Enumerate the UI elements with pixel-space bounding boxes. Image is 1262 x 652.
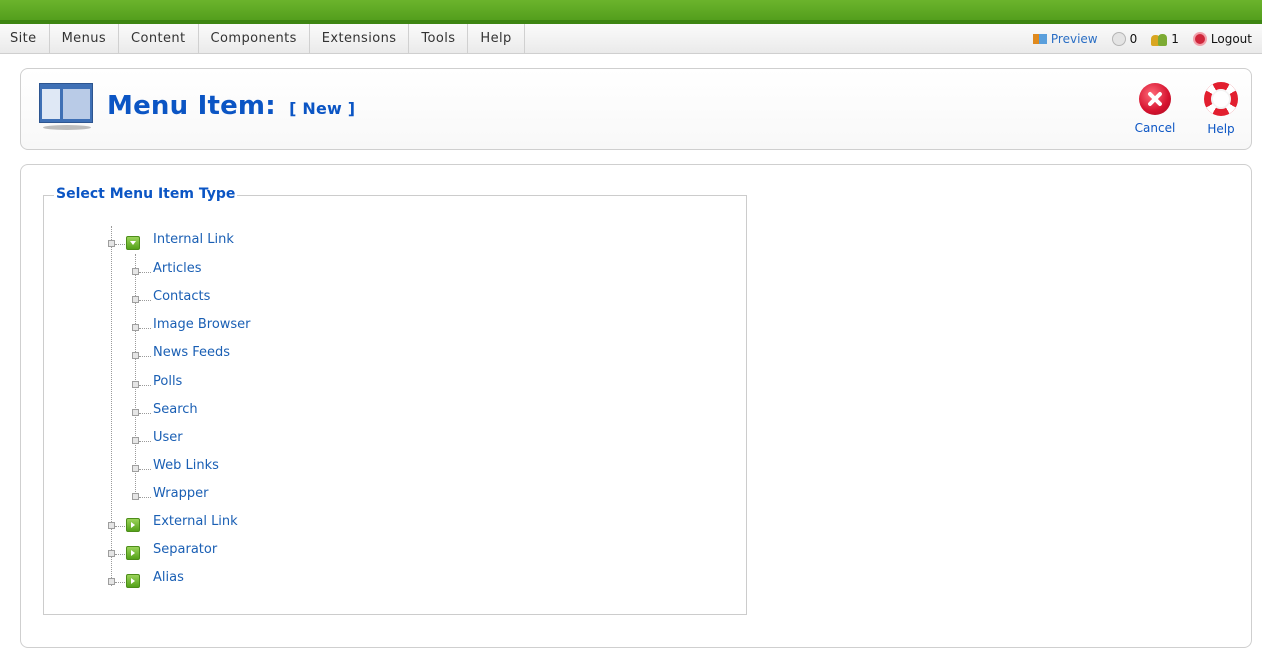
users-status[interactable]: 1: [1151, 32, 1179, 46]
menu-components[interactable]: Components: [199, 24, 310, 53]
menu-help[interactable]: Help: [468, 24, 525, 53]
preview-icon: [1032, 33, 1047, 45]
toolbar-panel: Menu Item: [ New ] Cancel Help: [20, 68, 1252, 150]
page-title: Menu Item: [ New ]: [107, 91, 355, 121]
menu-tools[interactable]: Tools: [409, 24, 469, 53]
tree-item-alias[interactable]: Alias: [153, 570, 184, 585]
menu-content[interactable]: Content: [119, 24, 199, 53]
messages-count: 0: [1129, 32, 1138, 46]
help-label: Help: [1207, 122, 1235, 136]
page-subtitle: [ New ]: [289, 99, 356, 118]
status-area: Preview 0 1 Logout: [1032, 24, 1252, 54]
tree-item-internal-link[interactable]: Internal Link: [153, 232, 234, 247]
tree-item-image-browser[interactable]: Image Browser: [153, 317, 251, 332]
cancel-label: Cancel: [1134, 121, 1176, 135]
messages-status[interactable]: 0: [1111, 32, 1138, 46]
tree-item-contacts[interactable]: Contacts: [153, 289, 210, 304]
users-icon: [1151, 33, 1168, 46]
tree-item-user[interactable]: User: [153, 430, 183, 445]
external-link-toggle-icon[interactable]: [126, 518, 140, 532]
menu-type-fieldset: Select Menu Item Type Internal Link Arti…: [43, 186, 747, 615]
menu-site[interactable]: Site: [0, 24, 50, 53]
tree-item-separator[interactable]: Separator: [153, 542, 217, 557]
tree-item-wrapper[interactable]: Wrapper: [153, 486, 208, 501]
separator-toggle-icon[interactable]: [126, 546, 140, 560]
menu-extensions[interactable]: Extensions: [310, 24, 410, 53]
internal-link-toggle-icon[interactable]: [126, 236, 140, 250]
users-count: 1: [1171, 32, 1179, 46]
tree-item-search[interactable]: Search: [153, 402, 198, 417]
main-panel: Select Menu Item Type Internal Link Arti…: [20, 164, 1252, 648]
cancel-button[interactable]: Cancel: [1127, 79, 1183, 143]
preview-label: Preview: [1050, 32, 1098, 46]
menu-item-icon: [39, 83, 93, 131]
alias-toggle-icon[interactable]: [126, 574, 140, 588]
menu-menus[interactable]: Menus: [50, 24, 120, 53]
preview-link[interactable]: Preview: [1032, 32, 1098, 46]
cancel-icon: [1139, 83, 1171, 115]
tree-item-news-feeds[interactable]: News Feeds: [153, 345, 230, 360]
tree-item-web-links[interactable]: Web Links: [153, 458, 219, 473]
page-title-text: Menu Item:: [107, 91, 276, 121]
messages-icon: [1111, 32, 1126, 46]
tree-item-polls[interactable]: Polls: [153, 374, 182, 389]
tree-item-articles[interactable]: Articles: [153, 261, 201, 276]
menubar: Site Menus Content Components Extensions…: [0, 24, 1262, 54]
logout-icon: [1192, 32, 1207, 46]
logout-link[interactable]: Logout: [1192, 32, 1252, 46]
fieldset-legend: Select Menu Item Type: [54, 186, 238, 202]
logout-label: Logout: [1210, 32, 1252, 46]
tree-item-external-link[interactable]: External Link: [153, 514, 238, 529]
lifebuoy-icon: [1204, 82, 1238, 116]
help-button[interactable]: Help: [1193, 79, 1249, 143]
